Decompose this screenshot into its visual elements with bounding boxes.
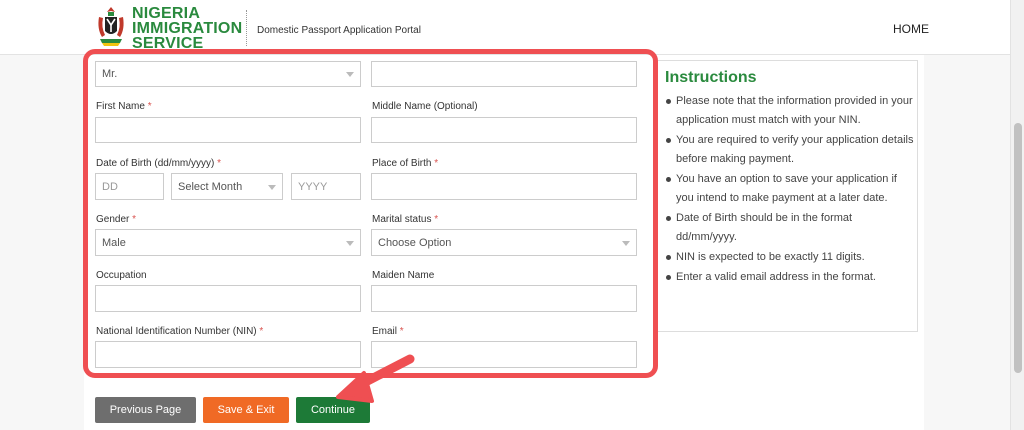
- save-exit-button[interactable]: Save & Exit: [203, 397, 289, 423]
- instructions-panel: Instructions Please note that the inform…: [655, 60, 918, 332]
- instructions-title: Instructions: [665, 69, 757, 86]
- instruction-item: NIN is expected to be exactly 11 digits.: [666, 248, 916, 267]
- instruction-item: Enter a valid email address in the forma…: [666, 268, 916, 287]
- header-divider: [246, 10, 247, 46]
- previous-page-button[interactable]: Previous Page: [95, 397, 196, 423]
- instruction-item: Date of Birth should be in the format dd…: [666, 209, 916, 247]
- annotation-highlight-box: [83, 49, 658, 378]
- annotation-arrow-icon: [336, 354, 415, 403]
- instruction-item: You are required to verify your applicat…: [666, 131, 916, 169]
- site-header: NIGERIA IMMIGRATION SERVICE Domestic Pas…: [0, 0, 1010, 55]
- nav-home-link[interactable]: HOME: [893, 22, 929, 36]
- scrollbar-thumb[interactable]: [1014, 123, 1022, 373]
- instructions-list: Please note that the information provide…: [664, 92, 916, 288]
- nigeria-coat-of-arms-icon: [98, 7, 124, 46]
- page-scrollbar[interactable]: [1010, 0, 1024, 430]
- portal-title: Domestic Passport Application Portal: [257, 25, 421, 36]
- page: NIGERIA IMMIGRATION SERVICE Domestic Pas…: [0, 0, 1010, 430]
- instruction-item: You have an option to save your applicat…: [666, 170, 916, 208]
- instruction-item: Please note that the information provide…: [666, 92, 916, 130]
